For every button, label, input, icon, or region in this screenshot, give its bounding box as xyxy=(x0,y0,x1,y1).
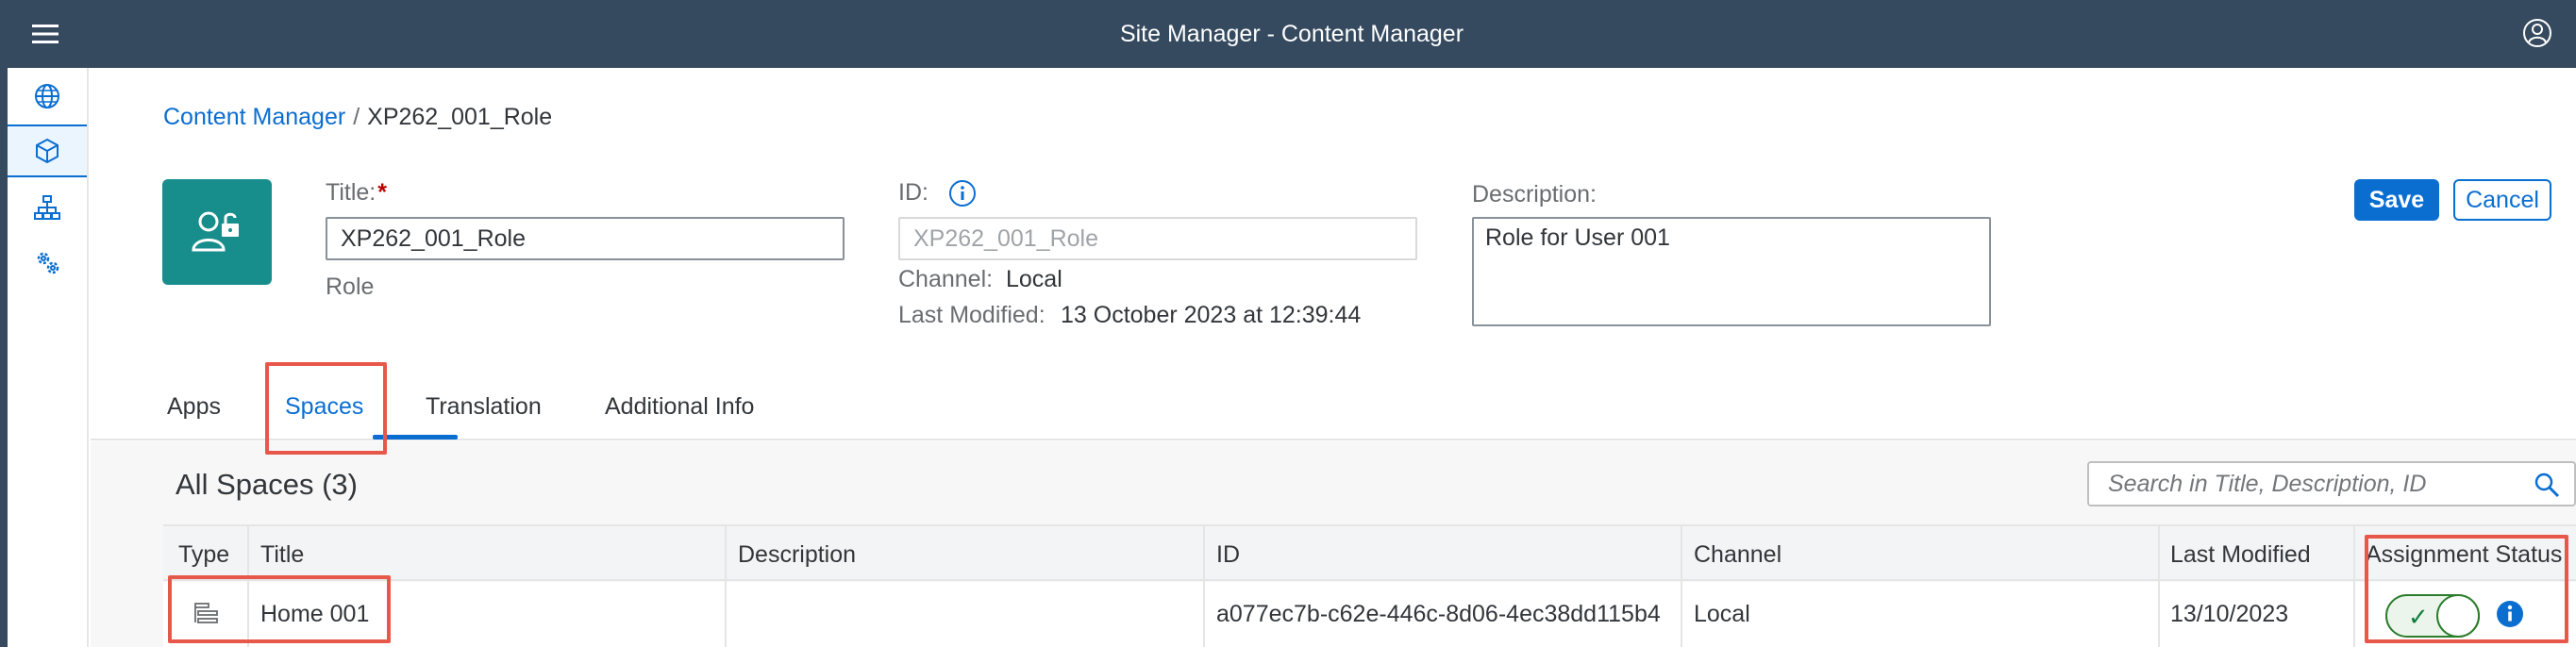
space-icon xyxy=(194,603,218,623)
column-divider xyxy=(247,524,249,647)
column-header-description[interactable]: Description xyxy=(738,526,856,583)
nav-item-sites[interactable] xyxy=(8,70,87,123)
role-avatar xyxy=(162,179,272,285)
breadcrumb-current: XP262_001_Role xyxy=(367,104,553,130)
channel-value: Local xyxy=(1006,266,1062,292)
breadcrumb-separator: / xyxy=(353,104,360,130)
row-title[interactable]: Home 001 xyxy=(260,582,369,647)
shell-bar: Site Manager - Content Manager xyxy=(8,0,2576,68)
description-label: Description: xyxy=(1472,181,1597,207)
selected-tab-indicator xyxy=(373,435,458,440)
column-divider xyxy=(2158,524,2160,647)
window-edge xyxy=(0,0,8,647)
table-row[interactable]: Home 001 a077ec7b-c62e-446c-8d06-4ec38dd… xyxy=(163,582,2576,647)
column-divider xyxy=(2353,524,2355,647)
section-title: All Spaces (3) xyxy=(176,468,358,501)
tab-translation[interactable]: Translation xyxy=(426,391,542,422)
column-header-id[interactable]: ID xyxy=(1216,526,1240,583)
row-last-modified: 13/10/2023 xyxy=(2170,601,2289,627)
shell-title: Site Manager - Content Manager xyxy=(1119,21,1464,47)
column-header-last-modified[interactable]: Last Modified xyxy=(2170,526,2311,583)
info-icon[interactable] xyxy=(2495,599,2525,629)
row-id: a077ec7b-c62e-446c-8d06-4ec38dd115b4 xyxy=(1216,601,1661,627)
gears-icon xyxy=(37,252,59,274)
last-modified-value: 13 October 2023 at 12:39:44 xyxy=(1061,302,1362,328)
cube-icon xyxy=(36,138,59,164)
user-icon[interactable] xyxy=(2521,17,2553,49)
column-divider xyxy=(1203,524,1205,647)
column-divider xyxy=(725,524,727,647)
channel-label: Channel: xyxy=(898,266,994,292)
title-label: Title:* xyxy=(326,179,387,206)
breadcrumb-link-content-manager[interactable]: Content Manager xyxy=(163,104,345,130)
column-divider xyxy=(1681,524,1682,647)
column-header-assignment-status[interactable]: Assignment Status xyxy=(2366,526,2562,583)
side-navigation xyxy=(8,68,89,647)
breadcrumb: Content Manager / XP262_001_Role xyxy=(163,102,552,132)
column-header-channel[interactable]: Channel xyxy=(1694,526,1781,583)
tab-spaces[interactable]: Spaces xyxy=(285,391,363,422)
search-field[interactable]: Search in Title, Description, ID xyxy=(2087,461,2576,506)
search-input[interactable]: Search in Title, Description, ID xyxy=(2108,463,2426,505)
column-header-title[interactable]: Title xyxy=(260,526,304,583)
nav-item-content-manager[interactable] xyxy=(8,124,87,177)
object-type-text: Role xyxy=(326,274,375,300)
globe-icon xyxy=(35,84,59,108)
tab-bar: Apps Spaces Translation Additional Info xyxy=(91,373,2576,440)
checkmark-icon: ✓ xyxy=(2408,603,2429,631)
row-channel: Local xyxy=(1694,601,1750,627)
description-textarea[interactable]: Role for User 001 xyxy=(1472,217,1991,326)
id-input: XP262_001_Role xyxy=(898,217,1417,260)
tab-additional-info[interactable]: Additional Info xyxy=(605,391,754,422)
hierarchy-icon xyxy=(34,195,60,220)
search-icon[interactable] xyxy=(2533,471,2561,499)
assignment-toggle[interactable]: ✓ xyxy=(2385,594,2480,638)
id-label: ID: xyxy=(898,177,977,207)
tab-apps[interactable]: Apps xyxy=(167,391,221,422)
nav-item-channel-manager[interactable] xyxy=(8,181,87,234)
column-header-type[interactable]: Type xyxy=(178,526,229,583)
required-indicator: * xyxy=(377,179,387,206)
toggle-knob xyxy=(2436,594,2480,638)
nav-item-settings[interactable] xyxy=(8,236,87,289)
user-unlocked-icon xyxy=(192,211,239,252)
last-modified-label: Last Modified: xyxy=(898,302,1045,328)
title-input[interactable]: XP262_001_Role xyxy=(326,217,845,260)
save-button[interactable]: Save xyxy=(2354,179,2439,221)
cancel-button[interactable]: Cancel xyxy=(2453,179,2551,221)
table-header: Type Title Description ID Channel Last M… xyxy=(163,524,2576,581)
info-icon[interactable] xyxy=(948,179,977,207)
